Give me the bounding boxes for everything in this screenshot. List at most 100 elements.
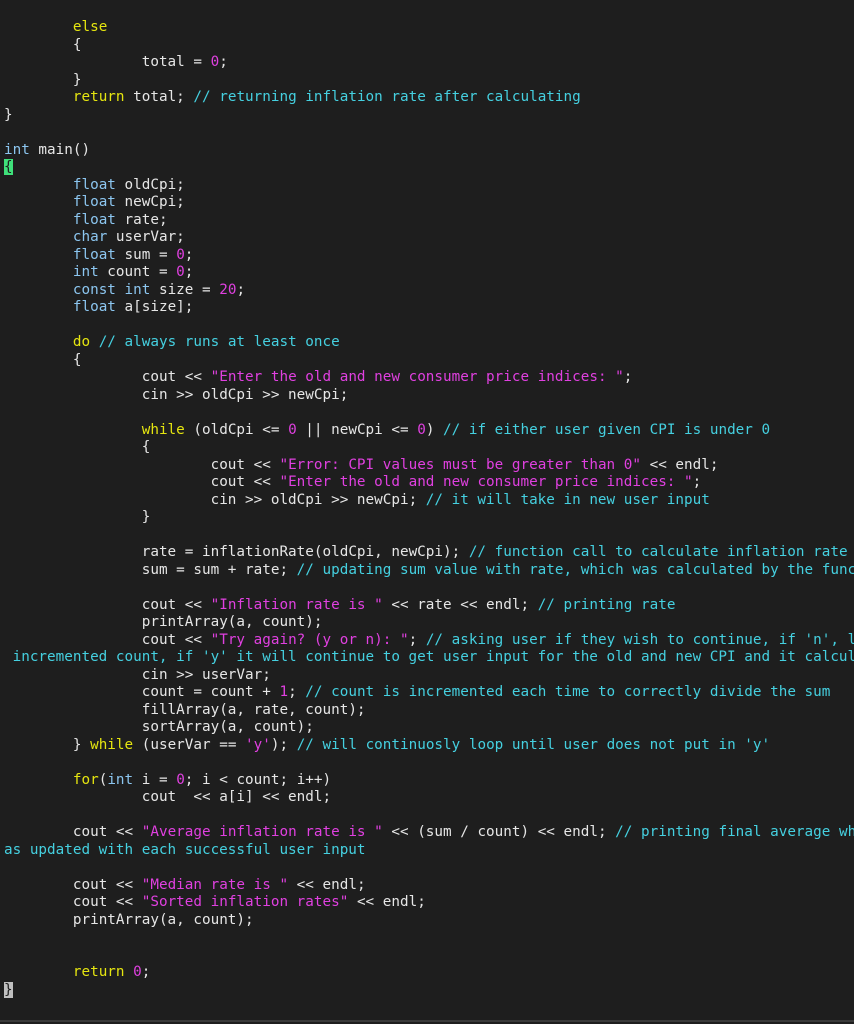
code-line: { bbox=[4, 37, 854, 55]
code-text: << endl; bbox=[640, 456, 719, 473]
code-line: float oldCpi; bbox=[4, 177, 854, 195]
string-literal: "Error: CPI values must be greater than … bbox=[279, 456, 641, 473]
comment: // updating sum value with rate, which w… bbox=[296, 561, 854, 578]
code-text: << endl; bbox=[348, 894, 426, 910]
code-text: (userVar == bbox=[133, 736, 246, 753]
comment: // printing rate bbox=[537, 596, 676, 613]
code-text: cout << bbox=[4, 369, 211, 385]
code-text: size = bbox=[150, 281, 220, 298]
code-line: const int size = 20; bbox=[4, 282, 854, 300]
code-line: cout << "Median rate is " << endl; bbox=[4, 877, 854, 895]
code-line: incremented count, if 'y' it will contin… bbox=[4, 649, 854, 667]
code-buffer[interactable]: else { total = 0; } return total; // ret… bbox=[4, 19, 854, 999]
code-line: cout << "Inflation rate is " << rate << … bbox=[4, 597, 854, 615]
comment: // count is incremented each time to cor… bbox=[305, 684, 831, 700]
code-line: } bbox=[4, 509, 854, 527]
code-line: total = 0; bbox=[4, 54, 854, 72]
code-line: } bbox=[4, 981, 854, 1000]
code-text: i = bbox=[133, 771, 177, 788]
code-text: a[size]; bbox=[115, 299, 194, 315]
code-text: fillArray(a, rate, count); bbox=[4, 701, 366, 718]
code-line: count = count + 1; // count is increment… bbox=[4, 684, 854, 702]
code-line: cout << "Enter the old and new consumer … bbox=[4, 369, 854, 387]
type-token: int bbox=[124, 281, 151, 298]
comment: as updated with each successful user inp… bbox=[4, 841, 366, 858]
code-line: cout << "Sorted inflation rates" << endl… bbox=[4, 894, 854, 912]
string-literal: "Median rate is " bbox=[141, 876, 289, 893]
type-token: float bbox=[72, 299, 116, 315]
type-token: int bbox=[107, 771, 134, 788]
string-literal: 'y' bbox=[245, 736, 271, 753]
code-text: cout << bbox=[4, 474, 280, 490]
code-line: float a[size]; bbox=[4, 299, 854, 317]
comment: // returning inflation rate after calcul… bbox=[193, 89, 581, 105]
number-literal: 0 bbox=[288, 421, 297, 438]
code-text: printArray(a, count); bbox=[4, 614, 323, 630]
code-text: ; bbox=[692, 474, 702, 490]
code-line: } bbox=[4, 72, 854, 90]
code-line: } bbox=[4, 107, 854, 125]
terminal-editor-window[interactable]: else { total = 0; } return total; // ret… bbox=[0, 0, 854, 1022]
code-text: ; bbox=[288, 684, 306, 700]
code-line: char userVar; bbox=[4, 229, 854, 247]
code-text: cout << bbox=[4, 824, 142, 840]
code-text: ; bbox=[141, 964, 151, 980]
comment: // it will take in new user input bbox=[425, 491, 710, 508]
code-text: ; bbox=[408, 631, 426, 648]
code-line: cin >> userVar; bbox=[4, 667, 854, 685]
comment: // printing final average which w bbox=[615, 824, 854, 840]
string-literal: "Sorted inflation rates" bbox=[141, 894, 349, 910]
code-text: } bbox=[4, 509, 151, 525]
keyword-token: else bbox=[72, 19, 108, 35]
code-line: cout << "Enter the old and new consumer … bbox=[4, 474, 854, 492]
code-text: cin >> oldCpi >> newCpi; bbox=[4, 386, 349, 403]
code-line: } while (userVar == 'y'); // will contin… bbox=[4, 737, 854, 755]
code-text: total; bbox=[124, 89, 194, 105]
type-token: float bbox=[72, 211, 116, 228]
string-literal: "Average inflation rate is " bbox=[141, 824, 383, 840]
code-text: ; bbox=[184, 264, 194, 280]
code-line: cout << a[i] << endl; bbox=[4, 789, 854, 807]
string-literal: "Enter the old and new consumer price in… bbox=[279, 474, 693, 490]
number-literal: 0 bbox=[417, 421, 426, 438]
number-literal: 20 bbox=[219, 281, 237, 298]
code-line: as updated with each successful user inp… bbox=[4, 842, 854, 860]
code-line: sortArray(a, count); bbox=[4, 719, 854, 737]
comment: // function call to calculate inflation … bbox=[468, 544, 848, 560]
code-text: rate; bbox=[115, 211, 168, 228]
code-line: int count = 0; bbox=[4, 264, 854, 282]
string-literal: "Inflation rate is " bbox=[210, 596, 383, 613]
code-text: main() bbox=[29, 141, 91, 158]
comment: // always runs at least once bbox=[98, 334, 340, 350]
code-text: cout << bbox=[4, 456, 280, 473]
code-text: ; bbox=[219, 54, 228, 70]
keyword-token: do bbox=[72, 334, 91, 350]
keyword-token: return bbox=[72, 964, 125, 980]
comment: // asking user if they wish to continue,… bbox=[425, 631, 854, 648]
code-text: ) bbox=[425, 421, 444, 438]
code-text: sum = sum + rate; bbox=[4, 561, 297, 578]
type-token: const bbox=[72, 281, 116, 298]
code-text: } bbox=[4, 106, 13, 123]
code-line: else bbox=[4, 19, 854, 37]
code-line: while (oldCpi <= 0 || newCpi <= 0) // if… bbox=[4, 422, 854, 440]
string-literal: "Try again? (y or n): " bbox=[210, 631, 409, 648]
code-line: cout << "Try again? (y or n): "; // aski… bbox=[4, 632, 854, 650]
code-text: cin >> oldCpi >> newCpi; bbox=[4, 491, 426, 508]
code-text: << (sum / count) << endl; bbox=[382, 824, 616, 840]
code-text: ; bbox=[236, 281, 246, 298]
type-token: float bbox=[72, 246, 116, 263]
code-line: sum = sum + rate; // updating sum value … bbox=[4, 562, 854, 580]
code-line: { bbox=[4, 439, 854, 457]
